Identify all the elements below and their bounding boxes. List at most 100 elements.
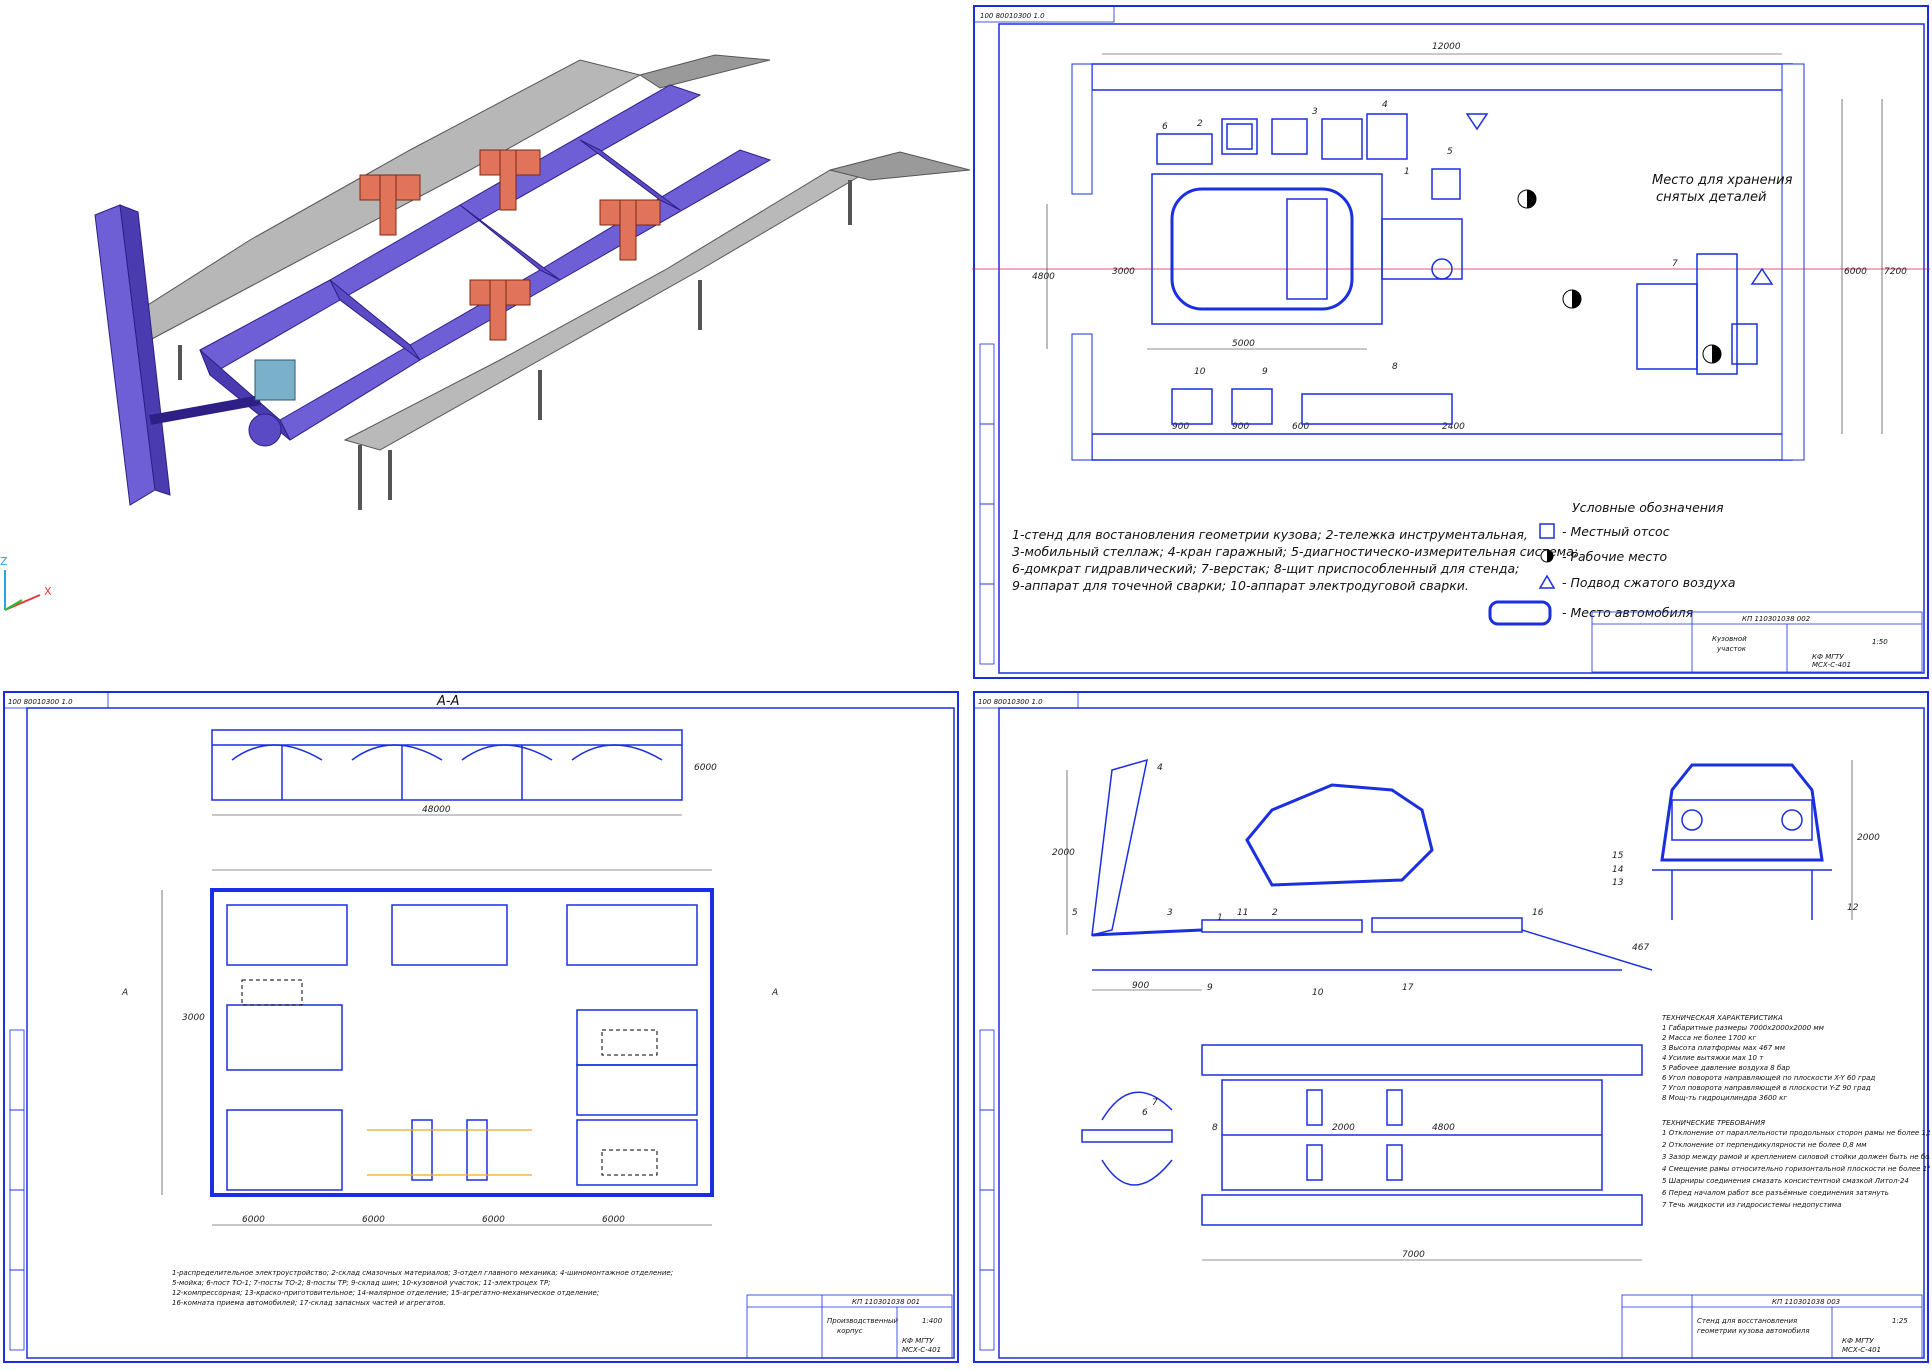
- stand-dim-h: 2000: [1052, 848, 1075, 858]
- building-desc-2: 5-мойка; 6-пост ТО-1; 7-посты ТО-2; 8-по…: [172, 1279, 551, 1287]
- building-desc-1: 1-распределительное электроустройство; 2…: [172, 1269, 673, 1277]
- building-code: КП 110301038 001: [852, 1298, 920, 1306]
- plan-side-strip: [979, 343, 995, 665]
- stand-item-14: 14: [1612, 865, 1624, 875]
- plan-code: КП 110301038 002: [1742, 615, 1811, 623]
- stand-item-13: 13: [1612, 878, 1624, 888]
- building-org-1: КФ МГТУ: [902, 1337, 934, 1345]
- stand-item-10: 10: [1312, 988, 1324, 998]
- plan-name-1: Кузовной: [1712, 635, 1747, 643]
- item-10: 10: [1194, 367, 1206, 377]
- plan-description: 1-стенд для востановления геометрии кузо…: [1012, 527, 1578, 593]
- stand-item-5: 5: [1072, 908, 1078, 918]
- tech-spec: ТЕХНИЧЕСКАЯ ХАРАКТЕРИСТИКА 1 Габаритные …: [1662, 1014, 1932, 1209]
- car-outline: [1170, 187, 1354, 311]
- stamp-text: 100 80010300 1.0: [8, 698, 73, 706]
- building-side-strip: [9, 1029, 25, 1351]
- building-dim-total: 48000: [422, 805, 451, 815]
- stand-name-2: геометрии кузова автомобиля: [1697, 1327, 1810, 1335]
- plan-drawing: 100 80010300 1.0 12000 7200 6000 4800 30…: [972, 5, 1930, 679]
- stand-item-16: 16: [1532, 908, 1544, 918]
- item-3: 3: [1312, 107, 1318, 117]
- stand-code: КП 110301038 003: [1772, 1298, 1840, 1306]
- dim-left: 4800: [1032, 272, 1055, 282]
- req-line-5: 5 Шарниры соединения смазать консистентн…: [1662, 1177, 1909, 1185]
- stand-side-strip: [979, 1029, 995, 1351]
- stand-dim-w2: 2000: [1857, 833, 1880, 843]
- legend-label-2: - Рабочие место: [1562, 549, 1667, 564]
- tech-line-3: 3 Высота платформы мах 467 мм: [1662, 1044, 1786, 1052]
- stamp-text: 100 80010300 1.0: [978, 698, 1043, 706]
- req-line-4: 4 Смещение рамы относительно горизонталь…: [1662, 1165, 1930, 1173]
- tech-title: ТЕХНИЧЕСКАЯ ХАРАКТЕРИСТИКА: [1662, 1014, 1783, 1022]
- plan-org-2: МСХ-С-401: [1812, 661, 1851, 669]
- plan-sheet: 100 80010300 1.0 12000 7200 6000 4800 30…: [972, 4, 1930, 680]
- building-dim-height: 6000: [694, 763, 717, 773]
- item-5: 5: [1447, 147, 1453, 157]
- stand-item-15: 15: [1612, 851, 1624, 861]
- building-scale: 1:400: [922, 1317, 943, 1325]
- plan-item-numbers: 1 2 3 4 5 6 7 8 9 10: [1162, 100, 1678, 377]
- dim-mid: 3000: [1112, 267, 1135, 277]
- req-line-7: 7 Течь жидкости из гидросистемы недопуст…: [1662, 1201, 1841, 1209]
- stand-scale: 1:25: [1892, 1317, 1908, 1325]
- plan-name-2: участок: [1716, 645, 1747, 653]
- building-org-2: МСХ-С-401: [902, 1346, 941, 1354]
- stand-item-4: 4: [1157, 763, 1163, 773]
- tech-line-8: 8 Мощ-ть гидроцилиндра 3600 кг: [1662, 1094, 1787, 1102]
- legend-label-3: - Подвод сжатого воздуха: [1562, 575, 1735, 590]
- building-sheet: 100 80010300 1.0 А-А 48000 6000 3000 600…: [2, 690, 960, 1366]
- stand-item-11: 11: [1237, 908, 1248, 918]
- plan-desc-1: 1-стенд для востановления геометрии кузо…: [1012, 527, 1528, 542]
- item-7: 7: [1672, 259, 1678, 269]
- tech-line-4: 4 Усилие вытяжки мах 10 т: [1662, 1054, 1764, 1062]
- req-line-2: 2 Отклонение от перпендикулярности не бо…: [1662, 1141, 1867, 1149]
- floor-plan: [210, 888, 714, 1197]
- stand-item-12: 12: [1847, 903, 1859, 913]
- plan-desc-2: 3-мобильный стеллаж; 4-кран гаражный; 5-…: [1012, 544, 1578, 559]
- section-mark-left: А: [121, 988, 128, 998]
- req-title: ТЕХНИЧЕСКИЕ ТРЕБОВАНИЯ: [1662, 1119, 1765, 1127]
- stand-org-1: КФ МГТУ: [1842, 1337, 1874, 1345]
- req-line-1: 1 Отклонение от параллельности продольны…: [1662, 1129, 1930, 1137]
- tech-line-1: 1 Габаритные размеры 7000х2000х2000 мм: [1662, 1024, 1825, 1032]
- plan-legend: Условные обозначения - Местный отсос - Р…: [1488, 500, 1735, 626]
- bay-2: 6000: [362, 1215, 385, 1225]
- stand-drawing: 100 80010300 1.0 900 2000 467 2000 7000 …: [973, 691, 1932, 1363]
- stand-item-9: 9: [1207, 983, 1213, 993]
- plan-title-block: КП 110301038 002 Кузовной участок 1:50 К…: [1591, 611, 1923, 673]
- stand-dim-d1: 2000: [1332, 1123, 1355, 1133]
- stand-item-3: 3: [1167, 908, 1173, 918]
- plan-org-1: КФ МГТУ: [1812, 653, 1844, 661]
- dim-right1: 7200: [1884, 267, 1907, 277]
- grid-dims: 3000 6000 6000 6000 6000 А А: [121, 869, 778, 1226]
- stand-dim-d2: 4800: [1432, 1123, 1455, 1133]
- building-desc-3: 12-компрессорная; 13-краско-приготовител…: [172, 1289, 599, 1297]
- bay-4: 6000: [602, 1215, 625, 1225]
- dim-car-len: 5000: [1232, 339, 1255, 349]
- item-2: 2: [1197, 119, 1203, 129]
- building-name-1: Производственный: [827, 1317, 899, 1325]
- plan-walls: [1071, 63, 1805, 461]
- stand-item-8: 8: [1212, 1123, 1218, 1133]
- stand-item-1: 1: [1217, 913, 1223, 923]
- stand-sheet: 100 80010300 1.0 900 2000 467 2000 7000 …: [972, 690, 1932, 1366]
- bay-3: 6000: [482, 1215, 505, 1225]
- stand-dim-w1: 900: [1132, 981, 1149, 991]
- storage-note-line2: снятых деталей: [1656, 190, 1766, 205]
- item-4: 4: [1382, 100, 1388, 110]
- building-dim-side: 3000: [182, 1013, 205, 1023]
- building-name-2: корпус: [837, 1327, 863, 1335]
- stand-dim-len: 7000: [1402, 1250, 1425, 1260]
- stand-item-17: 17: [1402, 983, 1414, 993]
- stand-front-view: 2000: [1652, 760, 1880, 920]
- local-exhaust-icon: [1539, 523, 1555, 539]
- stamp-text: 100 80010300 1.0: [980, 12, 1045, 20]
- car-body-side: [1245, 783, 1434, 887]
- legend-label-1: - Местный отсос: [1562, 524, 1670, 539]
- section-elevation: 48000 6000: [211, 729, 717, 816]
- legend-title: Условные обозначения: [1572, 500, 1724, 515]
- stand-item-7: 7: [1152, 1098, 1158, 1108]
- stand-title-block: КП 110301038 003 Стенд для восстановлени…: [1621, 1294, 1923, 1359]
- bay-1: 6000: [242, 1215, 265, 1225]
